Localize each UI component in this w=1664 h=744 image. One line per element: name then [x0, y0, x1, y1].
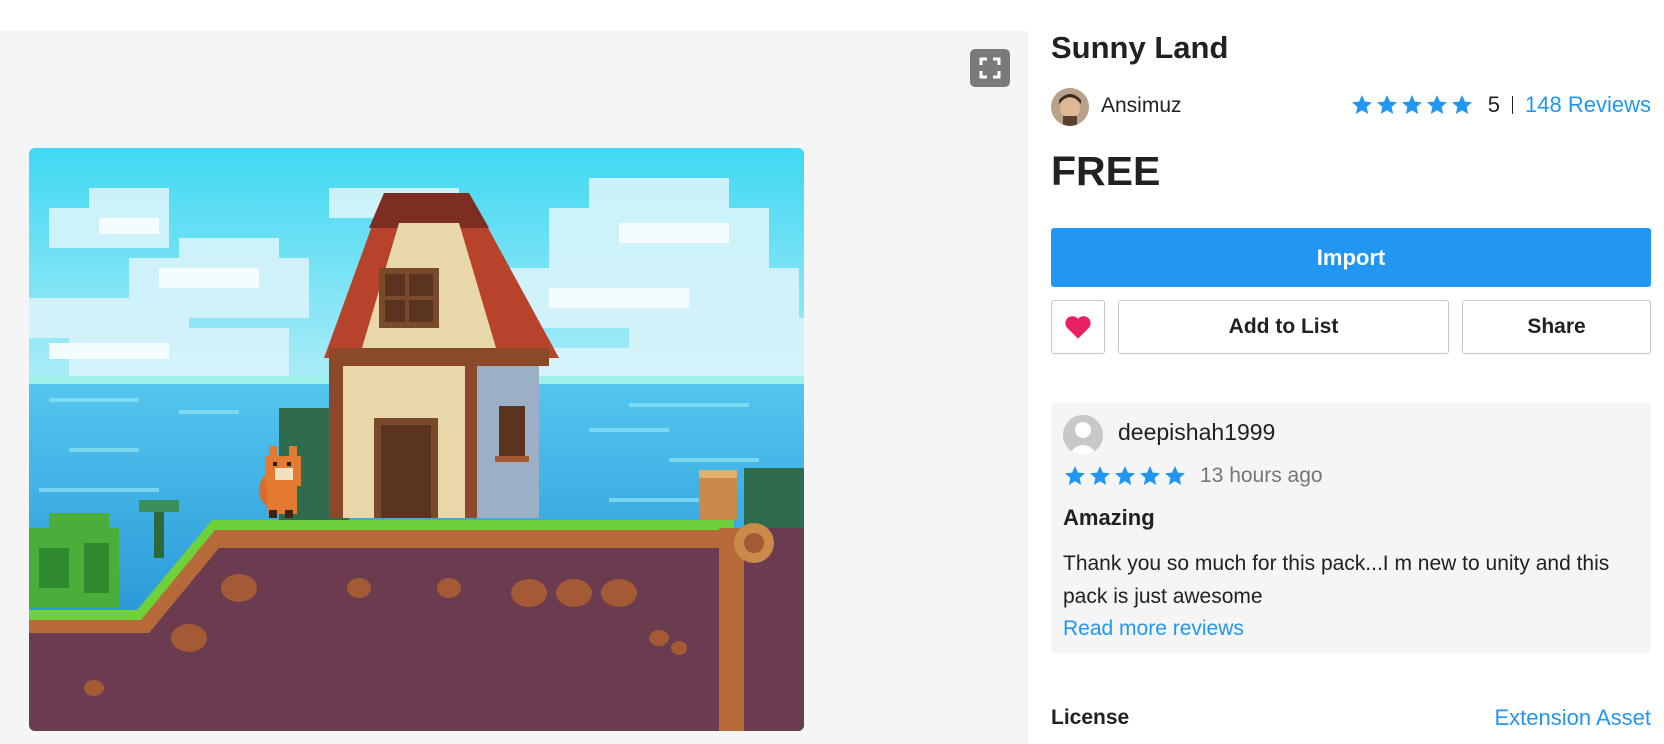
star-icon: [1426, 95, 1447, 114]
reviewer-name[interactable]: deepishah1999: [1118, 419, 1275, 446]
reviewer-avatar[interactable]: [1063, 415, 1103, 455]
author-avatar[interactable]: [1051, 88, 1089, 126]
favorite-button[interactable]: [1051, 300, 1105, 354]
read-more-reviews-link[interactable]: Read more reviews: [1063, 617, 1244, 641]
price: FREE: [1051, 148, 1161, 194]
rating-separator: [1512, 96, 1514, 114]
star-icon: [1401, 95, 1422, 114]
product-rating: 5 148 Reviews: [1350, 92, 1651, 118]
review-title: Amazing: [1063, 505, 1155, 530]
user-icon: [1063, 415, 1103, 455]
review-card: deepishah1999 13 hours ago Amazing Thank…: [1051, 402, 1651, 653]
rating-value: 5: [1487, 92, 1501, 117]
star-icon: [1451, 95, 1472, 114]
fullscreen-button[interactable]: [970, 49, 1010, 87]
preview-image[interactable]: [29, 148, 804, 731]
import-button[interactable]: Import: [1051, 228, 1651, 287]
pixel-art-scene: [29, 148, 804, 731]
review-body: Thank you so much for this pack...I m ne…: [1063, 552, 1610, 608]
star-icon: [1140, 466, 1160, 485]
review-stars: [1063, 464, 1187, 488]
product-title: Sunny Land: [1051, 30, 1229, 65]
license-value[interactable]: Extension Asset: [1494, 705, 1651, 731]
rating-stars: [1350, 93, 1474, 117]
heart-icon: [1065, 316, 1091, 339]
author-name[interactable]: Ansimuz: [1101, 94, 1182, 118]
star-icon: [1165, 466, 1185, 485]
star-icon: [1376, 95, 1397, 114]
review-time: 13 hours ago: [1200, 464, 1323, 487]
star-icon: [1090, 466, 1110, 485]
product-panel: Sunny Land Ansimuz 5 148 Reviews FREE Im…: [1051, 0, 1651, 744]
share-button[interactable]: Share: [1462, 300, 1651, 354]
star-icon: [1065, 466, 1085, 485]
license-label: License: [1051, 706, 1130, 729]
star-icon: [1351, 95, 1372, 114]
add-to-list-button[interactable]: Add to List: [1118, 300, 1449, 354]
fullscreen-icon: [979, 57, 1001, 79]
star-icon: [1115, 466, 1135, 485]
reviews-link[interactable]: 148 Reviews: [1525, 92, 1651, 118]
